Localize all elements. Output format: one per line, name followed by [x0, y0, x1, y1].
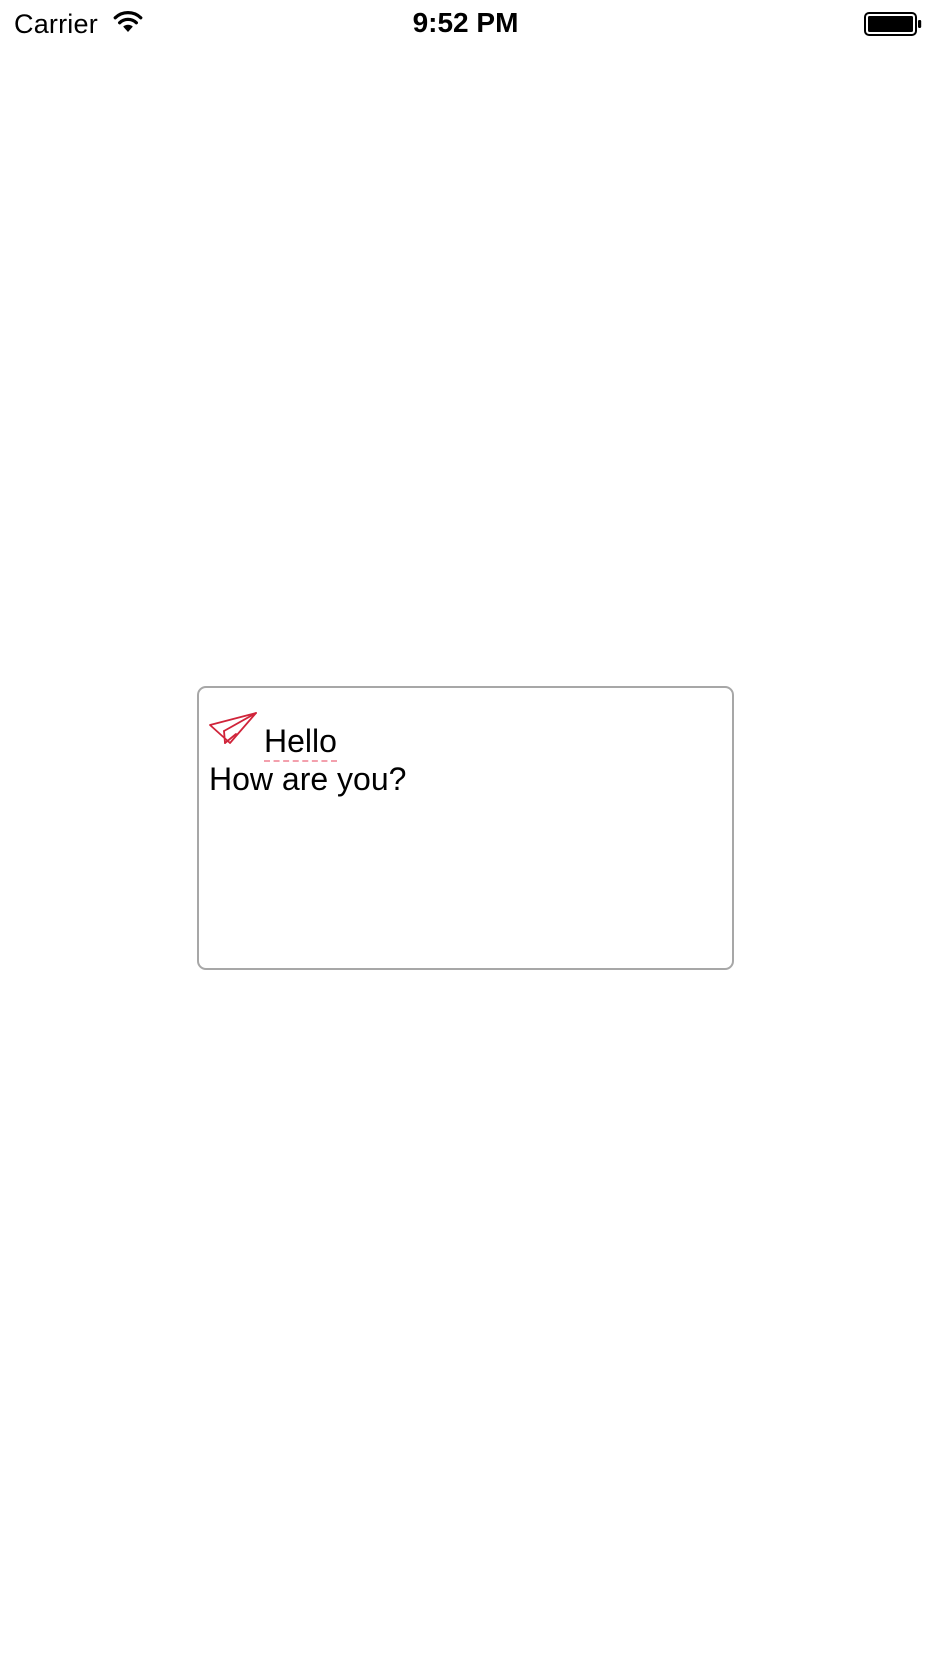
status-time: 9:52 PM: [412, 7, 519, 38]
text-line-hello: Hello: [264, 723, 337, 762]
status-bar: Carrier 9:52 PM: [0, 0, 931, 48]
message-text-view[interactable]: Hello How are you?: [197, 686, 734, 970]
battery-icon: [864, 12, 922, 36]
text-line-question: How are you?: [209, 761, 407, 797]
paper-plane-icon: [209, 712, 257, 744]
